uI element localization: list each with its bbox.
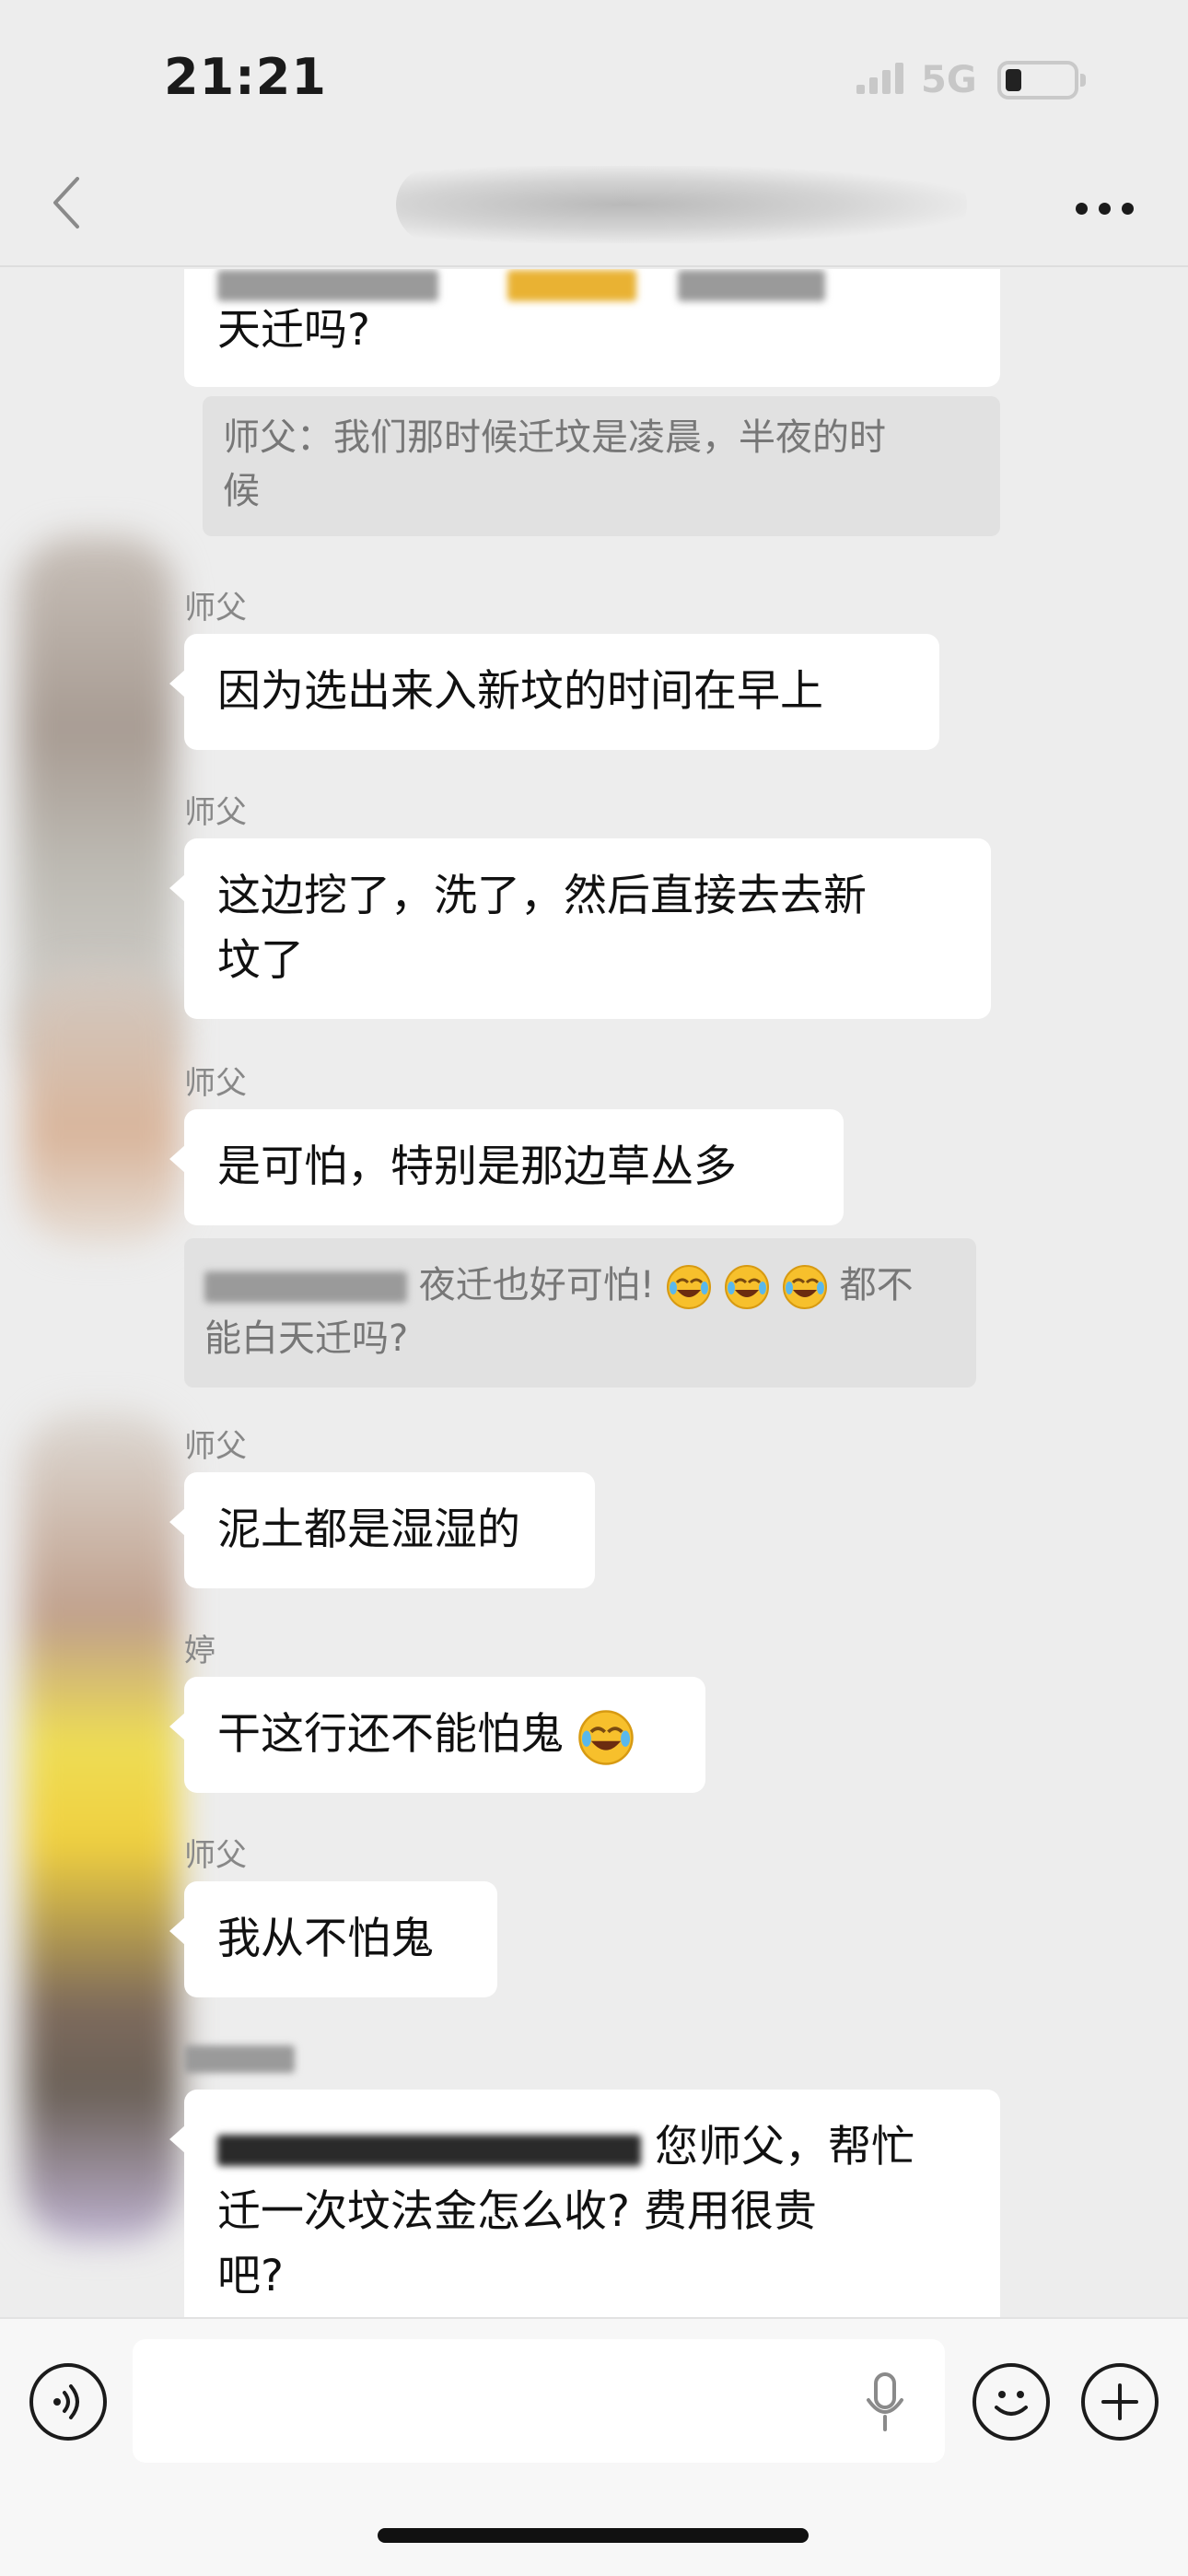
sender-name: 师父 [184,794,247,831]
battery-icon [997,61,1086,100]
sender-name: 师父 [184,1428,247,1465]
emoji-icon [995,2391,1028,2416]
message-text: 是可怕，特别是那边草丛多 [217,1142,737,1192]
message-text: 泥土都是湿湿的 [217,1505,520,1555]
message-text: 干这行还不能怕鬼 [217,1709,564,1760]
message-list[interactable]: 天迁吗? 师父：我们那时候迁坟是凌晨，半夜的时 候 师父 因为选出来入新坟的时间… [0,269,1188,2317]
quote-line: 都不 [839,1264,914,1306]
avatar[interactable] [23,969,180,1246]
message-text-blurred [217,269,967,301]
sender-name: 婷 [184,1633,215,1669]
laughing-crying-emoji-icon [578,1709,634,1765]
message-text: 天迁吗? [217,305,370,356]
back-icon[interactable] [48,175,85,230]
blurred-name [204,1271,407,1303]
home-indicator[interactable] [378,2528,809,2543]
sender-name: 师父 [184,1837,247,1874]
message-bubble[interactable]: 您师父，帮忙 迁一次坟法金怎么收? 费用很贵 吧? [169,2090,1000,2317]
quote-line: 候 [223,470,260,512]
message-bubble[interactable]: 我从不怕鬼 [169,1881,497,1997]
nav-bar [0,138,1188,267]
message-bubble[interactable]: 因为选出来入新坟的时间在早上 [169,634,939,750]
message-bubble[interactable]: 天迁吗? [184,269,1000,387]
laughing-crying-emoji-icon [725,1265,770,1309]
quote-line: 夜迁也好可怕! [418,1264,655,1306]
voice-icon [53,2384,79,2419]
message-text: 迁一次坟法金怎么收? 费用很贵 [217,2186,817,2237]
sender-name: 师父 [184,1065,247,1102]
quoted-message[interactable]: 夜迁也好可怕! 都不 能白天迁吗? [184,1238,976,1388]
sender-name-blurred [184,2045,295,2077]
status-bar: 21:21 5G [0,0,1188,138]
laughing-crying-emoji-icon [782,1265,827,1309]
quoted-message[interactable]: 师父：我们那时候迁坟是凌晨，半夜的时 候 [203,396,1000,536]
message-text: 吧? [217,2251,284,2301]
plus-button[interactable] [1081,2363,1159,2441]
message-bubble[interactable]: 是可怕，特别是那边草丛多 [169,1109,844,1225]
laughing-crying-emoji-icon [667,1265,712,1309]
message-text: 坟了 [217,935,304,986]
signal-icon [856,61,908,94]
message-input[interactable] [133,2339,945,2463]
plus-icon [1101,2383,1138,2420]
status-time: 21:21 [164,48,327,106]
message-text: 这边挖了，洗了，然后直接去去新 [217,871,867,921]
emoji-button[interactable] [973,2363,1050,2441]
network-label: 5G [921,59,977,101]
message-text: 因为选出来入新坟的时间在早上 [217,666,823,717]
chat-screen: 21:21 5G 天迁吗? 师父：我们那时候迁坟是凌晨，半夜的时 候 师父 因为… [0,0,1188,2576]
mic-icon[interactable] [862,2371,908,2435]
quote-line: 能白天迁吗? [204,1317,409,1360]
message-text: 您师父，帮忙 [654,2122,914,2172]
message-text: 我从不怕鬼 [217,1914,434,1964]
avatar[interactable] [23,1411,180,2241]
blurred-text [217,2134,641,2166]
sender-name: 师父 [184,590,247,626]
quote-line: 师父：我们那时候迁坟是凌晨，半夜的时 [223,416,886,459]
message-bubble[interactable]: 干这行还不能怕鬼 [169,1677,705,1793]
chat-title-blurred [396,166,967,243]
more-icon[interactable] [1076,203,1135,216]
voice-button[interactable] [29,2363,107,2441]
message-bubble[interactable]: 泥土都是湿湿的 [169,1472,595,1588]
message-bubble[interactable]: 这边挖了，洗了，然后直接去去新 坟了 [169,838,991,1019]
